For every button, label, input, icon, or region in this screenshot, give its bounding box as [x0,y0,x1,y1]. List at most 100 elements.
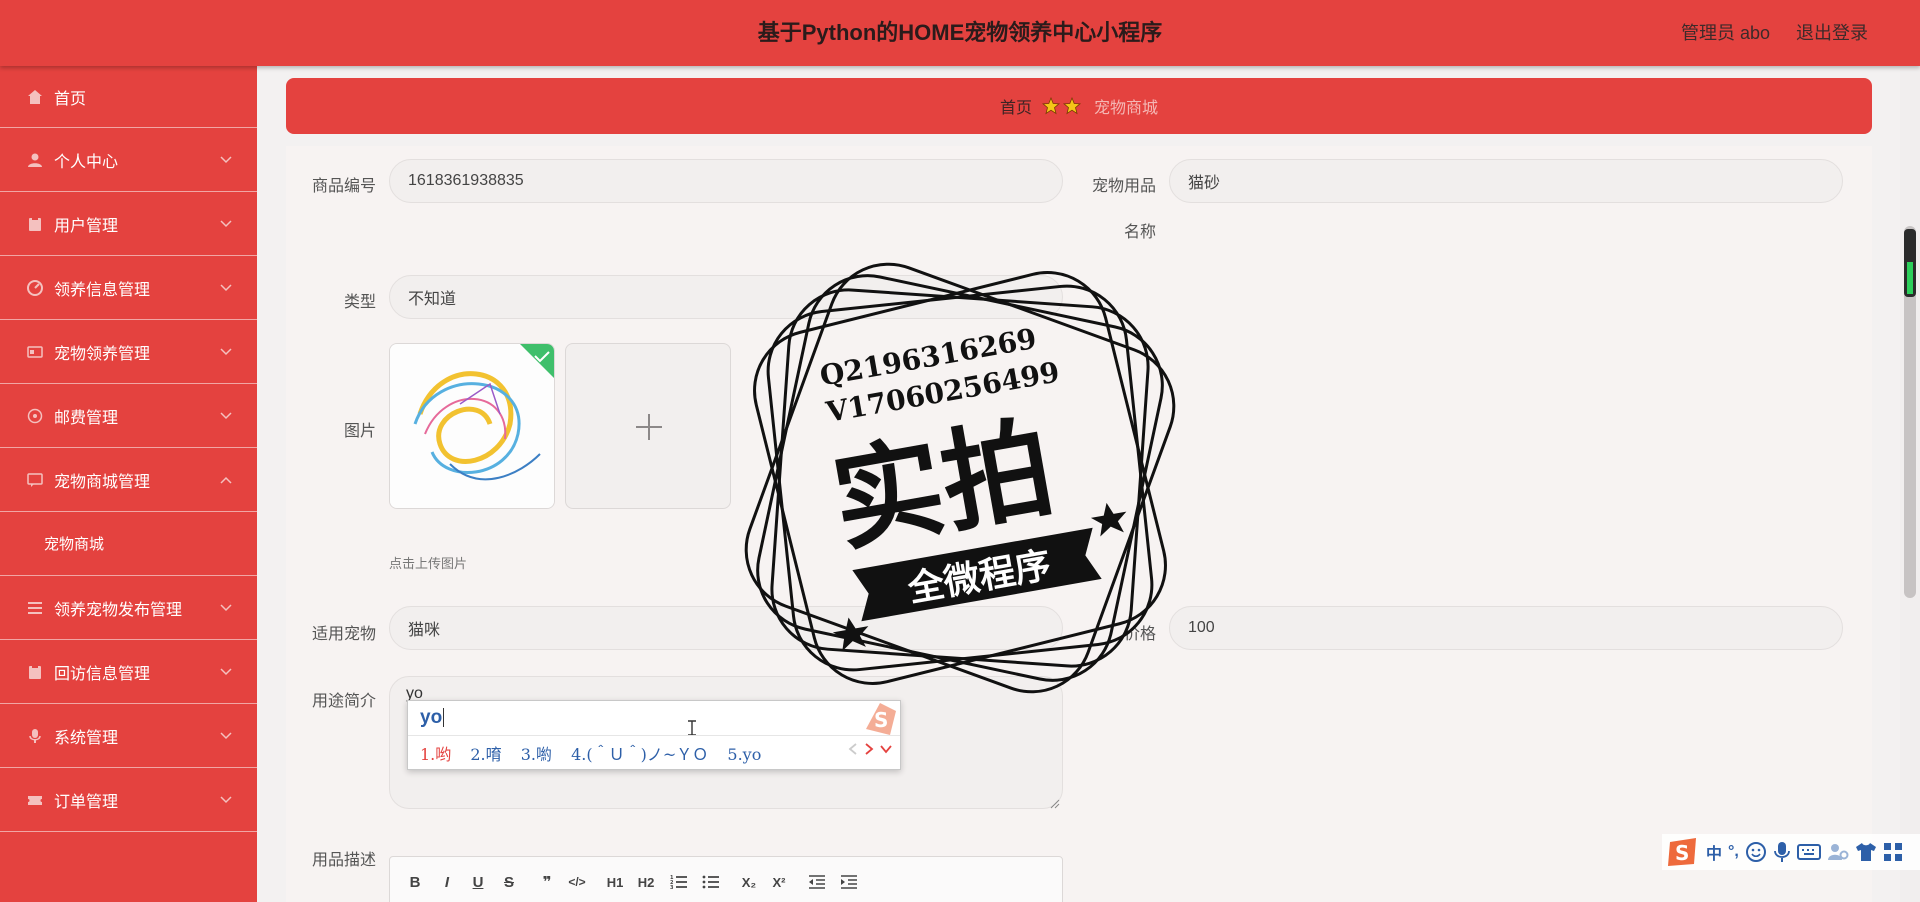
page-scrollbar[interactable] [1900,66,1920,902]
ime-candidate[interactable]: 5.yo [727,745,761,764]
ticket-icon [26,791,44,809]
sidebar-item-pet-publish[interactable]: 领养宠物发布管理 [0,576,257,640]
target-icon [26,407,44,425]
product-no-input[interactable]: 1618361938835 [389,159,1063,203]
ime-lang-toggle[interactable]: 中 [1706,840,1722,864]
sidebar-item-label: 回访信息管理 [54,665,151,683]
sidebar-item-label: 系统管理 [54,729,119,747]
chevron-down-icon [219,793,233,807]
sidebar-item-label: 宠物商城管理 [54,473,151,491]
sidebar-item-pet-mall-management[interactable]: 宠物商城管理 [0,448,257,512]
usage-label: 用途简介 [311,693,376,710]
quote-button[interactable]: ❞ [536,871,558,893]
h2-button[interactable]: H2 [635,871,657,893]
sidebar-item-label: 宠物领养管理 [54,345,151,363]
sidebar-item-pet-adoption[interactable]: 宠物领养管理 [0,320,257,384]
ime-candidate[interactable]: 3.喲 [521,745,552,764]
breadcrumb-home[interactable]: 首页 [1000,94,1032,118]
breadcrumb: 首页 宠物商城 [286,78,1872,134]
home-icon [26,88,44,106]
sidebar-item-label: 首页 [54,90,87,108]
superscript-button[interactable]: X² [768,871,790,893]
subscript-button[interactable]: X₂ [738,871,760,893]
sidebar-item-user-management[interactable]: 用户管理 [0,192,257,256]
sogou-logo-icon[interactable]: S [1666,836,1700,868]
breadcrumb-current: 宠物商城 [1094,100,1159,117]
sidebar-subitem-pet-mall[interactable]: 宠物商城 [0,512,257,576]
type-select[interactable]: 不知道 [389,275,1063,319]
pet-input[interactable]: 猫咪 [389,606,1063,650]
type-label: 类型 [343,294,376,311]
chevron-down-icon [219,153,233,167]
battery-indicator-icon [1904,229,1916,297]
chevron-down-icon [219,217,233,231]
chevron-right-icon[interactable] [864,743,874,755]
bold-button[interactable]: B [404,871,426,893]
sidebar: 首页 个人中心 用户管理 领养信息管理 宠物领养管理 邮费管理 宠物商城管理 宠… [0,66,257,902]
sidebar-item-system[interactable]: 系统管理 [0,704,257,768]
bullet-list-icon [702,875,719,889]
sidebar-item-postage[interactable]: 邮费管理 [0,384,257,448]
chevron-up-icon [219,473,233,487]
text-cursor-icon [688,720,696,736]
ime-candidate-popup: yo S 1.哟 2.唷 3.喲 4.(＾Ｕ＾)ノ~ＹＯ 5.yo [407,700,901,770]
ime-punct-toggle[interactable]: °, [1728,843,1739,861]
supply-name-label-line2: 名称 [1123,224,1156,241]
chevron-left-icon[interactable] [848,743,858,755]
supply-name-input[interactable]: 猫砂 [1169,159,1843,203]
sidebar-item-home[interactable]: 首页 [0,66,257,128]
chevron-down-icon [219,601,233,615]
clipboard-icon [26,215,44,233]
ime-candidate[interactable]: 2.唷 [470,745,501,764]
price-input[interactable]: 100 [1169,606,1843,650]
chevron-down-icon[interactable] [880,744,892,754]
skin-shirt-icon[interactable] [1855,842,1877,862]
user-icon [26,151,44,169]
toolbox-grid-icon[interactable] [1883,842,1903,862]
chevron-down-icon [219,729,233,743]
outdent-button[interactable] [806,871,828,893]
ime-composition: yo [420,707,445,728]
sidebar-item-adoption-info[interactable]: 领养信息管理 [0,256,257,320]
uploaded-image-thumbnail[interactable] [389,343,555,509]
clipboard-icon [26,663,44,681]
svg-text:S: S [874,708,888,732]
ime-status-bar: S 中 °, [1662,834,1920,870]
ordered-list-icon: 123 [670,875,687,890]
sidebar-item-label: 个人中心 [54,153,119,171]
top-header: 基于Python的HOME宠物领养中心小程序 管理员 abo 退出登录 [0,0,1920,66]
uploaded-image [390,344,554,508]
italic-button[interactable]: I [436,871,458,893]
desc-label: 用品描述 [311,852,376,869]
card-icon [26,343,44,361]
chevron-down-icon [219,345,233,359]
ordered-list-button[interactable]: 123 [668,871,690,893]
emoji-icon[interactable] [1745,841,1767,863]
code-button[interactable]: </> [566,871,588,893]
add-image-button[interactable] [565,343,731,509]
sidebar-item-label: 领养宠物发布管理 [54,601,183,619]
ime-candidate-list: 1.哟 2.唷 3.喲 4.(＾Ｕ＾)ノ~ＹＯ 5.yo [420,741,775,765]
plus-icon [636,414,662,440]
sidebar-item-label: 邮费管理 [54,409,119,427]
h1-button[interactable]: H1 [604,871,626,893]
resize-handle-icon[interactable] [1050,796,1060,809]
mic-icon [26,727,44,745]
logout-button[interactable]: 退出登录 [1796,0,1868,66]
ime-candidate[interactable]: 1.哟 [420,745,451,764]
sogou-logo-icon: S [866,703,896,735]
keyboard-icon[interactable] [1796,842,1821,862]
user-settings-icon[interactable] [1827,842,1849,862]
bullet-list-button[interactable] [700,871,722,893]
app-title: 基于Python的HOME宠物领养中心小程序 [757,20,1163,45]
sidebar-item-orders[interactable]: 订单管理 [0,768,257,832]
microphone-icon[interactable] [1773,841,1791,863]
sidebar-item-personal-center[interactable]: 个人中心 [0,128,257,192]
ime-candidate[interactable]: 4.(＾Ｕ＾)ノ~ＹＯ [571,745,708,764]
strike-button[interactable]: S [498,871,520,893]
indent-button[interactable] [838,871,860,893]
underline-button[interactable]: U [467,871,489,893]
sidebar-item-return-visit[interactable]: 回访信息管理 [0,640,257,704]
rich-text-editor-toolbar: B I U S ❞ </> H1 H2 123 X₂ X² [389,856,1063,902]
sidebar-item-label: 领养信息管理 [54,281,151,299]
